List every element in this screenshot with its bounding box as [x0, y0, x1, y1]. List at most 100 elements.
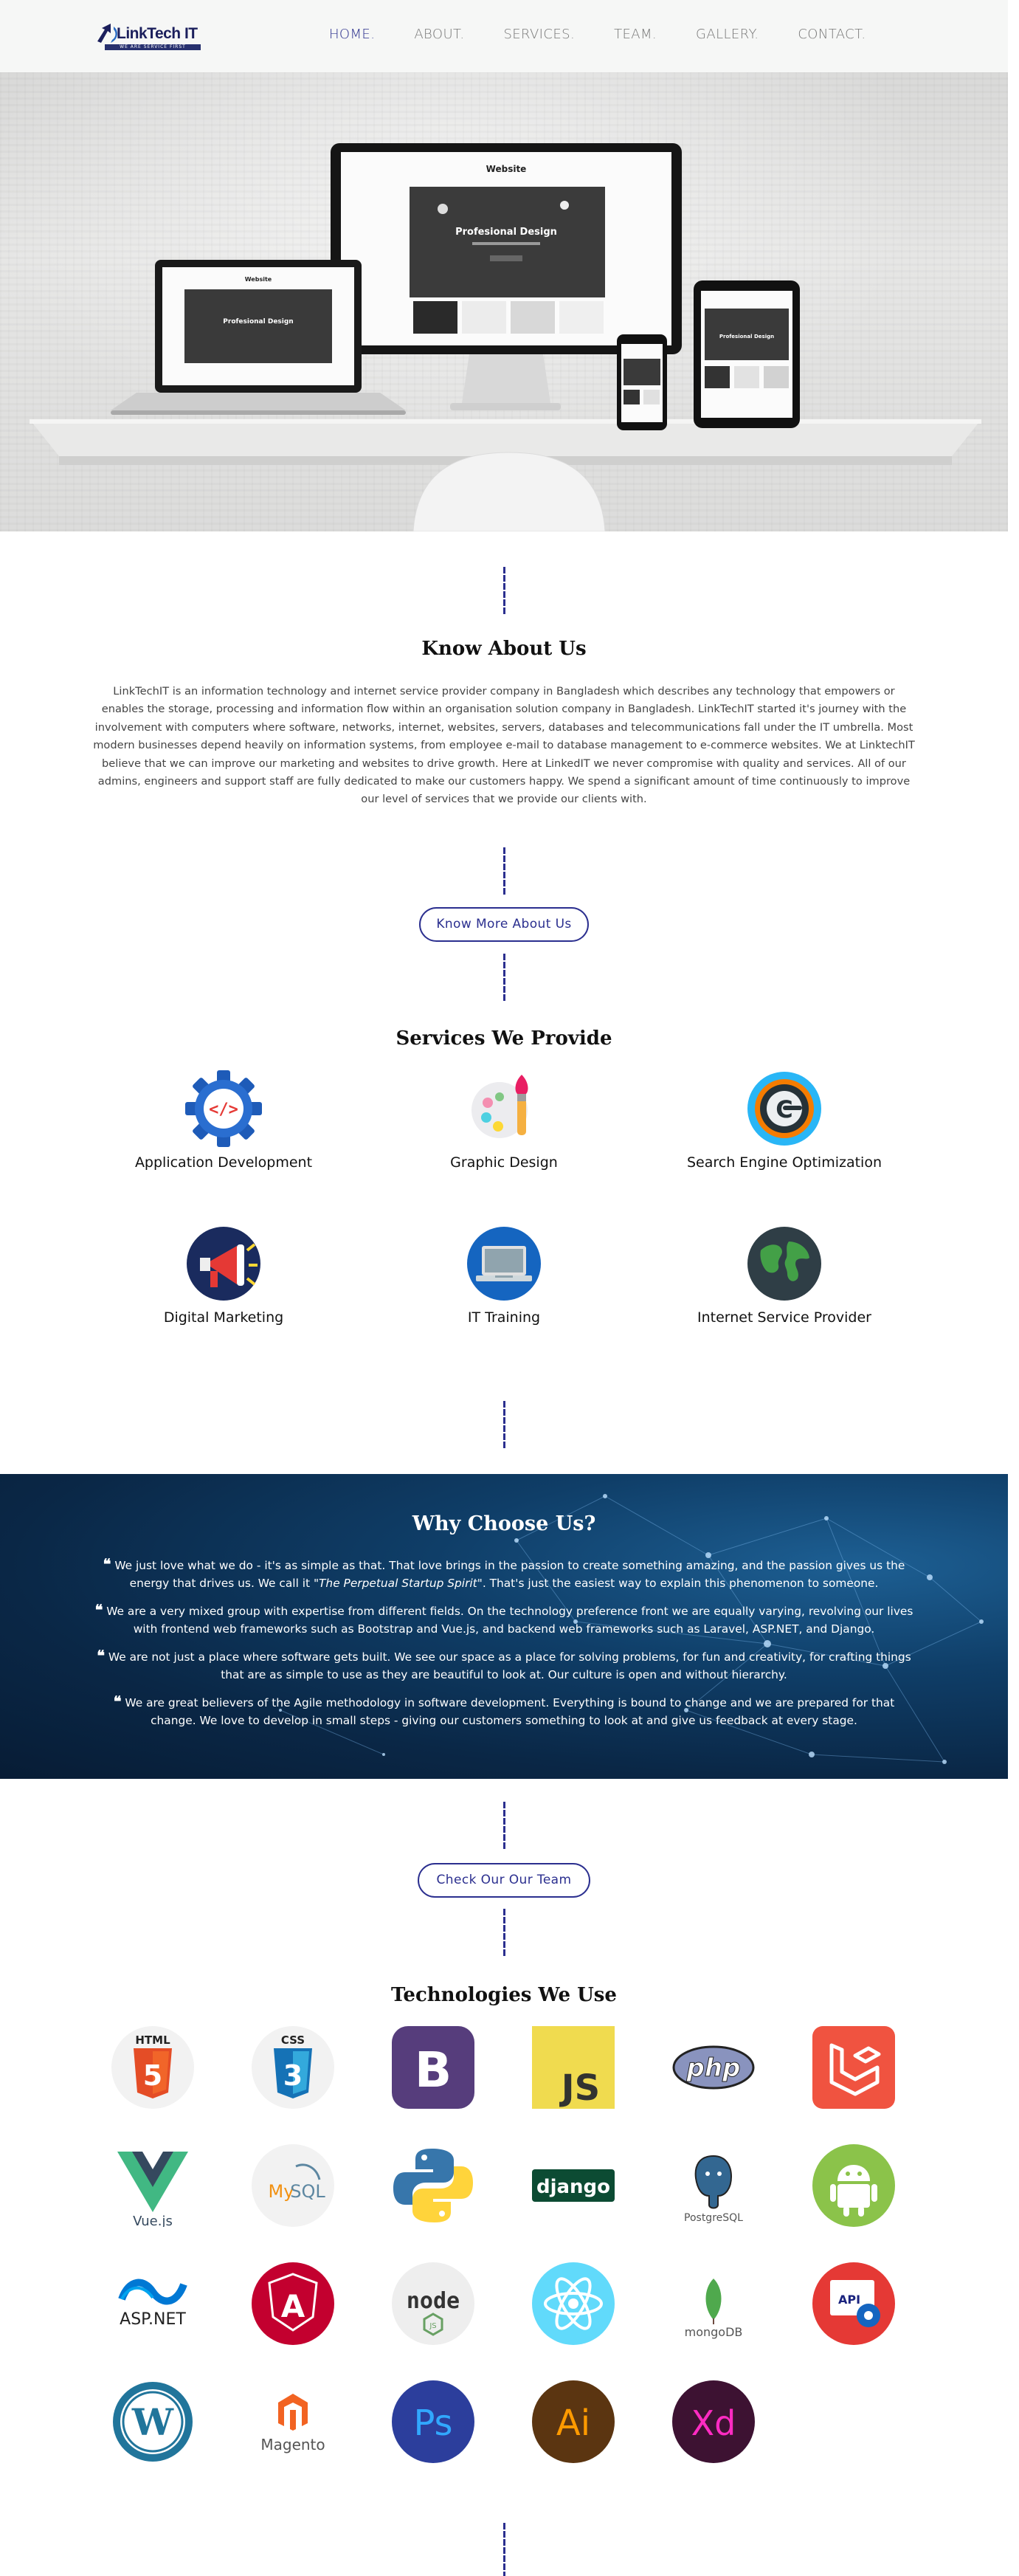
svg-text:node: node [407, 2288, 460, 2314]
section-divider-line [503, 2523, 505, 2576]
svg-text:Magento: Magento [260, 2436, 325, 2453]
svg-text:Profesional Design: Profesional Design [719, 334, 774, 340]
photoshop-icon: Ps [392, 2380, 474, 2463]
svg-text:ASP.NET: ASP.NET [120, 2310, 186, 2329]
hero-devices-illustration: Website Profesional Design Website Profe… [30, 143, 981, 531]
service-seo[interactable]: C Search Engine Optimization [644, 1070, 925, 1171]
css3-icon: CSS 3 [252, 2026, 334, 2109]
why-item: ❝ We are a very mixed group with experti… [94, 1601, 913, 1638]
postgresql-icon: PostgreSQL [672, 2144, 755, 2227]
svg-text:SQL: SQL [290, 2181, 325, 2202]
nav-contact[interactable]: CONTACT. [798, 27, 866, 42]
section-divider-line [503, 567, 505, 616]
mongodb-icon: mongoDB [672, 2262, 755, 2345]
service-label: IT Training [467, 1309, 541, 1326]
svg-text:JS: JS [559, 2067, 600, 2109]
svg-text:HTML: HTML [135, 2033, 170, 2047]
svg-text:Ps: Ps [413, 2403, 452, 2444]
svg-text:5: 5 [143, 2059, 162, 2092]
monitor-screen-headline: Profesional Design [455, 227, 557, 238]
logo-arrow-icon [97, 24, 117, 43]
nav-gallery[interactable]: GALLERY. [696, 27, 759, 42]
nav-about[interactable]: ABOUT. [414, 27, 464, 42]
service-label: Digital Marketing [163, 1309, 284, 1326]
illustrator-icon: Ai [532, 2380, 615, 2463]
aspnet-icon: ASP.NET [111, 2262, 194, 2345]
why-item: ❝ We are great believers of the Agile me… [94, 1692, 913, 1729]
why-choose-us-section: Why Choose Us? ❝ We just love what we do… [0, 1474, 1008, 1779]
android-icon [812, 2144, 895, 2227]
why-item: ❝ We are not just a place where software… [94, 1647, 913, 1684]
svg-text:Website: Website [245, 276, 272, 283]
svg-text:Profesional Design: Profesional Design [223, 318, 293, 326]
svg-text:PostgreSQL: PostgreSQL [684, 2212, 743, 2224]
svg-text:Vue.js: Vue.js [133, 2214, 173, 2227]
main-nav: HOME. ABOUT. SERVICES. TEAM. GALLERY. CO… [329, 27, 905, 42]
site-header: LinkTech IT WE ARE SERVICE FIRST HOME. A… [0, 0, 1008, 72]
logo-tagline: WE ARE SERVICE FIRST [105, 44, 201, 50]
bootstrap-icon: B [392, 2026, 474, 2109]
section-divider-line [503, 954, 505, 1002]
nav-team[interactable]: TEAM. [614, 27, 657, 42]
svg-text:W: W [131, 2400, 174, 2444]
svg-text:</>: </> [209, 1101, 238, 1119]
service-graphic-design[interactable]: Graphic Design [364, 1070, 644, 1171]
laptop-icon [466, 1225, 542, 1302]
svg-text:API: API [838, 2293, 860, 2307]
svg-text:JS: JS [429, 2322, 436, 2330]
service-label: Graphic Design [450, 1154, 558, 1171]
why-title: Why Choose Us? [412, 1512, 596, 1535]
hero-banner: Website Profesional Design Website Profe… [0, 72, 1008, 531]
megaphone-icon [185, 1225, 262, 1302]
adobe-xd-icon: Xd [672, 2380, 755, 2463]
nav-services[interactable]: SERVICES. [503, 27, 575, 42]
globe-icon [746, 1225, 823, 1302]
service-label: Search Engine Optimization [686, 1154, 882, 1171]
svg-text:CSS: CSS [281, 2033, 305, 2047]
mysql-icon: My SQL [252, 2144, 334, 2227]
check-our-team-button[interactable]: Check Our Our Team [418, 1863, 590, 1898]
why-item-text: . That's just the easiest way to explain… [482, 1577, 879, 1590]
services-title: Services We Provide [395, 1027, 612, 1050]
service-digital-marketing[interactable]: Digital Marketing [83, 1225, 364, 1326]
gear-code-icon: </> [185, 1070, 262, 1147]
why-item: ❝ We just love what we do - it's as simp… [94, 1555, 913, 1592]
nodejs-icon: node JS [392, 2262, 474, 2345]
wordpress-icon: W [111, 2380, 194, 2463]
logo-text: LinkTech IT [117, 25, 198, 42]
why-item-emphasis: "The Perpetual Startup Spirit" [313, 1577, 483, 1590]
service-label: Internet Service Provider [697, 1309, 871, 1326]
section-divider-line [503, 847, 505, 896]
svg-text:Xd: Xd [691, 2403, 736, 2443]
site-logo[interactable]: LinkTech IT WE ARE SERVICE FIRST [94, 21, 204, 52]
technologies-title: Technologies We Use [391, 1984, 617, 2006]
service-isp[interactable]: Internet Service Provider [644, 1225, 925, 1326]
python-icon [392, 2144, 474, 2227]
about-title: Know About Us [421, 638, 587, 660]
quote-icon: ❝ [103, 1555, 111, 1573]
service-application-development[interactable]: </> Application Development [83, 1070, 364, 1171]
why-item-text: We are great believers of the Agile meth… [125, 1696, 895, 1727]
svg-text:django: django [536, 2176, 610, 2198]
why-item-text: We are not just a place where software g… [108, 1650, 911, 1681]
react-icon [532, 2262, 615, 2345]
monitor-screen-title: Website [486, 164, 527, 174]
html5-icon: HTML 5 [111, 2026, 194, 2109]
section-divider-line [503, 1401, 505, 1450]
palette-brush-icon [466, 1070, 542, 1147]
service-it-training[interactable]: IT Training [364, 1225, 644, 1326]
api-icon: API [812, 2262, 895, 2345]
svg-text:B: B [415, 2042, 452, 2098]
angular-icon: A [252, 2262, 334, 2345]
svg-text:php: php [686, 2053, 741, 2083]
laravel-icon [812, 2026, 895, 2109]
why-item-text: We are a very mixed group with expertise… [106, 1605, 913, 1636]
quote-icon: ❝ [94, 1601, 103, 1619]
seo-gauge-icon: C [746, 1070, 823, 1147]
section-divider-line [503, 1909, 505, 1957]
nav-home[interactable]: HOME. [329, 27, 375, 42]
javascript-icon: JS [532, 2026, 615, 2109]
know-more-button[interactable]: Know More About Us [419, 907, 589, 942]
about-text: LinkTechIT is an information technology … [93, 685, 915, 806]
php-icon: php [672, 2026, 755, 2109]
